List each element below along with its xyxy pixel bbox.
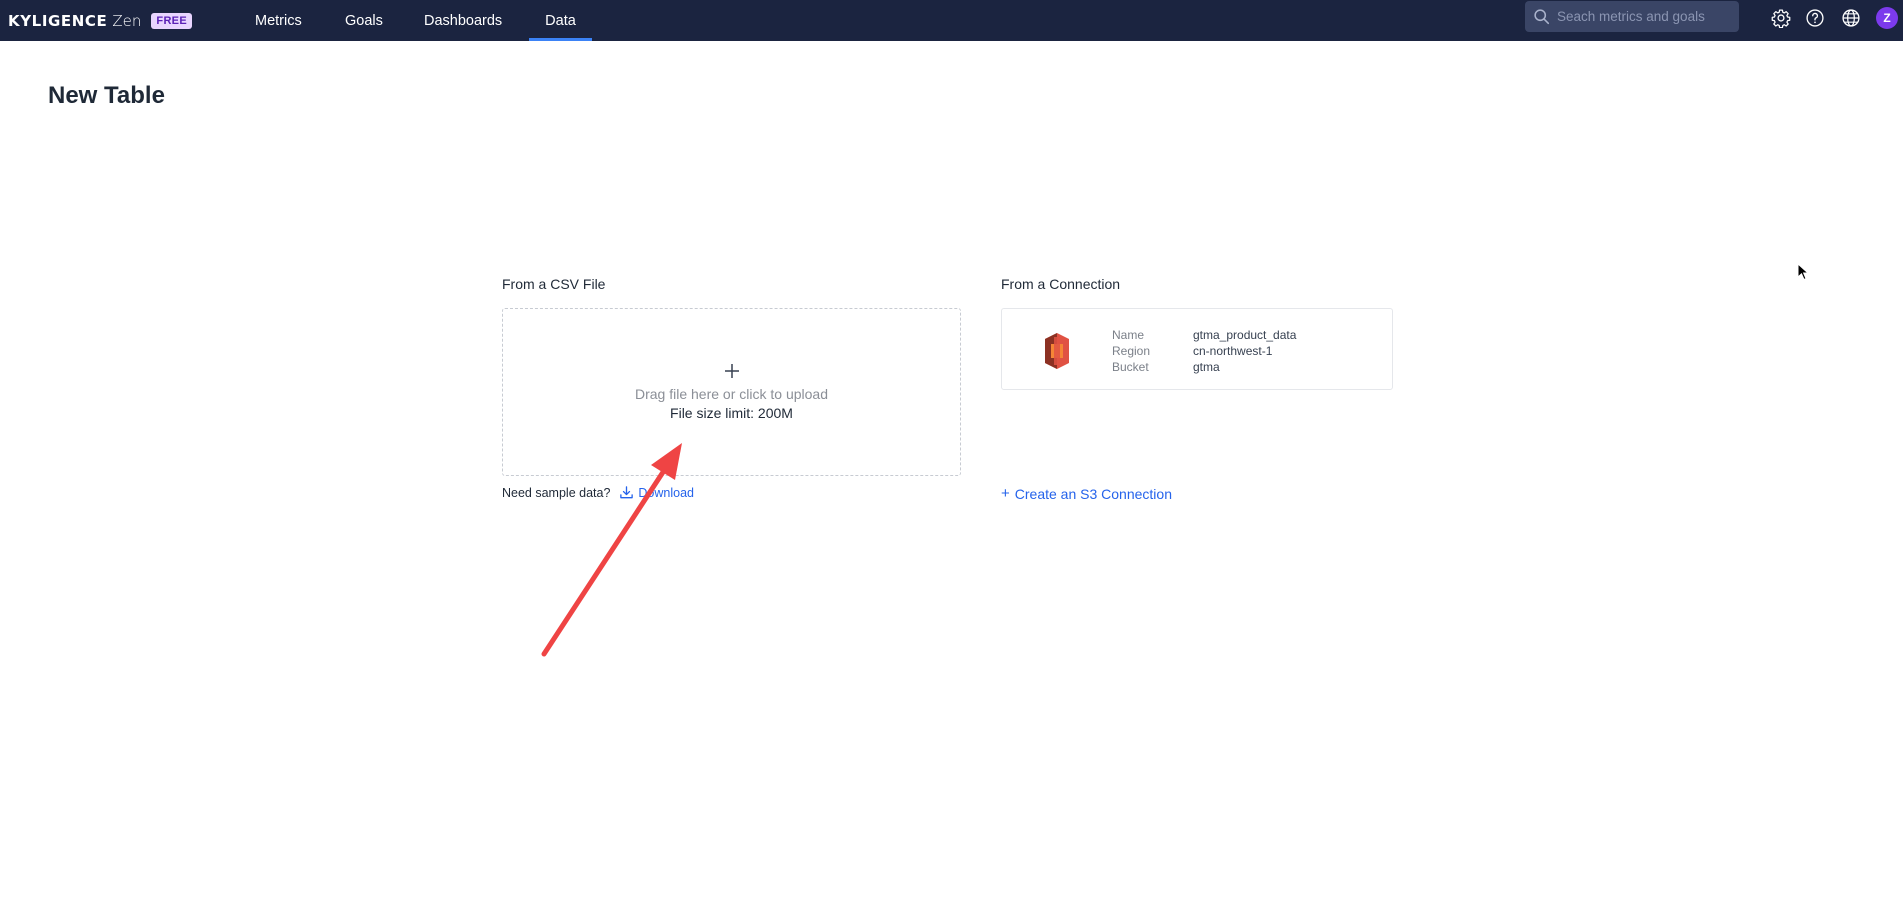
- search-box[interactable]: [1525, 1, 1739, 32]
- connection-bucket-label: Bucket: [1112, 360, 1149, 374]
- nav-item-goals[interactable]: Goals: [345, 0, 383, 41]
- language-button[interactable]: [1839, 6, 1863, 30]
- download-label: Download: [638, 485, 694, 500]
- mouse-cursor-icon: [1797, 263, 1809, 281]
- download-sample-link[interactable]: Download: [619, 485, 694, 500]
- gear-icon: [1771, 9, 1791, 28]
- connection-field-labels: Name Region Bucket: [1112, 327, 1150, 375]
- top-navigation-bar: KYLIGENCE Zen FREE Metrics Goals Dashboa…: [0, 0, 1903, 41]
- settings-button[interactable]: [1769, 6, 1793, 30]
- nav-item-dashboards[interactable]: Dashboards: [424, 0, 502, 41]
- nav-item-metrics[interactable]: Metrics: [255, 0, 302, 41]
- connection-name-label: Name: [1112, 328, 1145, 342]
- download-icon: [620, 486, 634, 499]
- globe-icon: [1842, 9, 1860, 27]
- user-avatar[interactable]: Z: [1876, 7, 1898, 29]
- nav-item-data[interactable]: Data: [529, 0, 592, 41]
- s3-connection-card[interactable]: Name Region Bucket gtma_product_data cn-…: [1001, 308, 1393, 390]
- csv-upload-dropzone[interactable]: Drag file here or click to upload File s…: [502, 308, 961, 476]
- connection-section-label: From a Connection: [1001, 276, 1121, 292]
- app-logo[interactable]: KYLIGENCE Zen FREE: [8, 0, 192, 41]
- sample-data-row: Need sample data? Download: [502, 485, 694, 500]
- plus-icon: [503, 362, 960, 382]
- search-icon: [1534, 9, 1550, 25]
- upload-hint: Drag file here or click to upload: [635, 386, 828, 402]
- csv-section-label: From a CSV File: [502, 276, 606, 292]
- page-title: New Table: [48, 82, 165, 109]
- help-icon: [1806, 9, 1824, 27]
- connection-bucket-value: gtma: [1193, 360, 1220, 374]
- connection-name-value: gtma_product_data: [1193, 328, 1297, 342]
- connection-region-value: cn-northwest-1: [1193, 344, 1273, 358]
- logo-text: KYLIGENCE: [8, 11, 108, 30]
- create-s3-connection-link[interactable]: + Create an S3 Connection: [1001, 485, 1172, 502]
- sample-data-prompt: Need sample data?: [502, 485, 611, 500]
- connection-region-label: Region: [1112, 344, 1151, 358]
- logo-suffix: Zen: [112, 11, 142, 30]
- create-s3-connection-label: Create an S3 Connection: [1014, 485, 1172, 502]
- plan-badge: FREE: [151, 12, 192, 29]
- aws-s3-icon: [1045, 333, 1069, 369]
- search-input[interactable]: [1557, 9, 1737, 24]
- connection-field-values: gtma_product_data cn-northwest-1 gtma: [1193, 327, 1296, 375]
- file-size-limit: File size limit: 200M: [670, 405, 793, 421]
- help-button[interactable]: [1803, 6, 1827, 30]
- plus-icon: +: [1001, 485, 1010, 502]
